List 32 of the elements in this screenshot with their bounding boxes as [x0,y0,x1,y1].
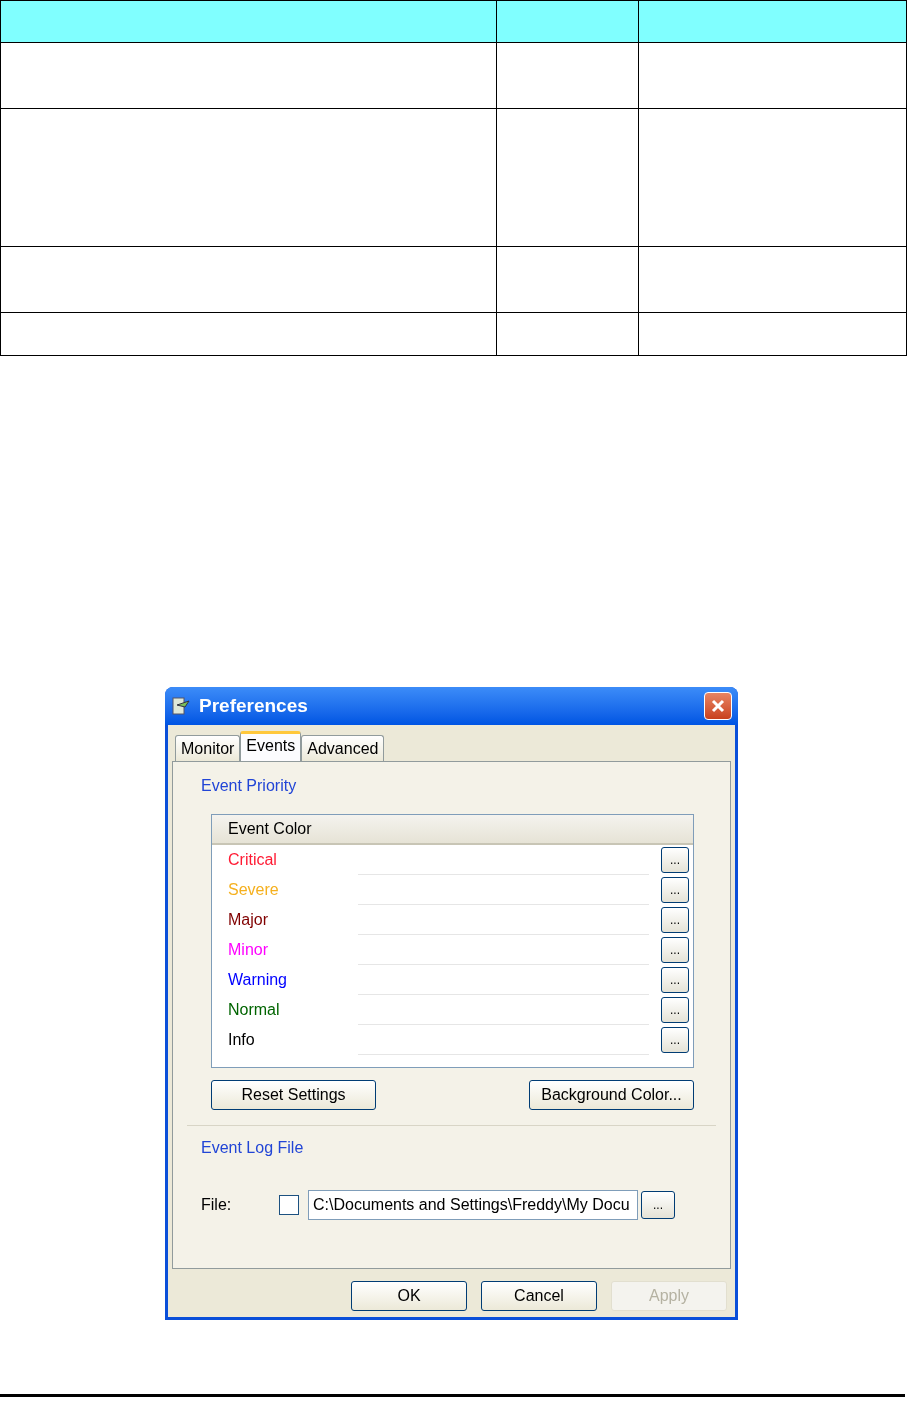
event-name: Normal [228,1000,281,1020]
dialog-button[interactable]: Cancel [481,1281,597,1311]
tab[interactable]: Monitor [175,735,241,761]
event-name: Minor [228,940,269,960]
event-name: Severe [228,880,280,900]
color-picker-button[interactable]: ... [661,877,689,903]
event-name: Info [228,1030,256,1050]
event-name: Warning [228,970,288,990]
color-picker-button[interactable]: ... [661,907,689,933]
close-icon [710,698,726,714]
reset-settings-button[interactable]: Reset Settings [211,1080,376,1110]
color-picker-button[interactable]: ... [661,997,689,1023]
section-heading: Event Priority [201,776,298,796]
window-title: Preferences [199,693,309,718]
column-header: Event Color [212,815,693,845]
tab[interactable]: Events [240,731,302,761]
color-picker-button[interactable]: ... [661,1027,689,1053]
checkbox[interactable] [279,1195,299,1215]
color-picker-button[interactable]: ... [661,967,689,993]
section-heading: Event Log File [201,1138,305,1158]
event-name: Critical [228,850,278,870]
file-path-field[interactable]: C:\Documents and Settings\Freddy\My Docu [308,1190,638,1220]
close-button[interactable] [704,692,732,720]
dialog-button[interactable]: OK [351,1281,467,1311]
tab[interactable]: Advanced [301,735,385,761]
browse-button[interactable]: ... [641,1191,675,1219]
color-picker-button[interactable]: ... [661,847,689,873]
background-color-button[interactable]: Background Color... [529,1080,694,1110]
color-picker-button[interactable]: ... [661,937,689,963]
field-label: File: [201,1195,233,1215]
app-icon [171,695,191,717]
event-name: Major [228,910,269,930]
